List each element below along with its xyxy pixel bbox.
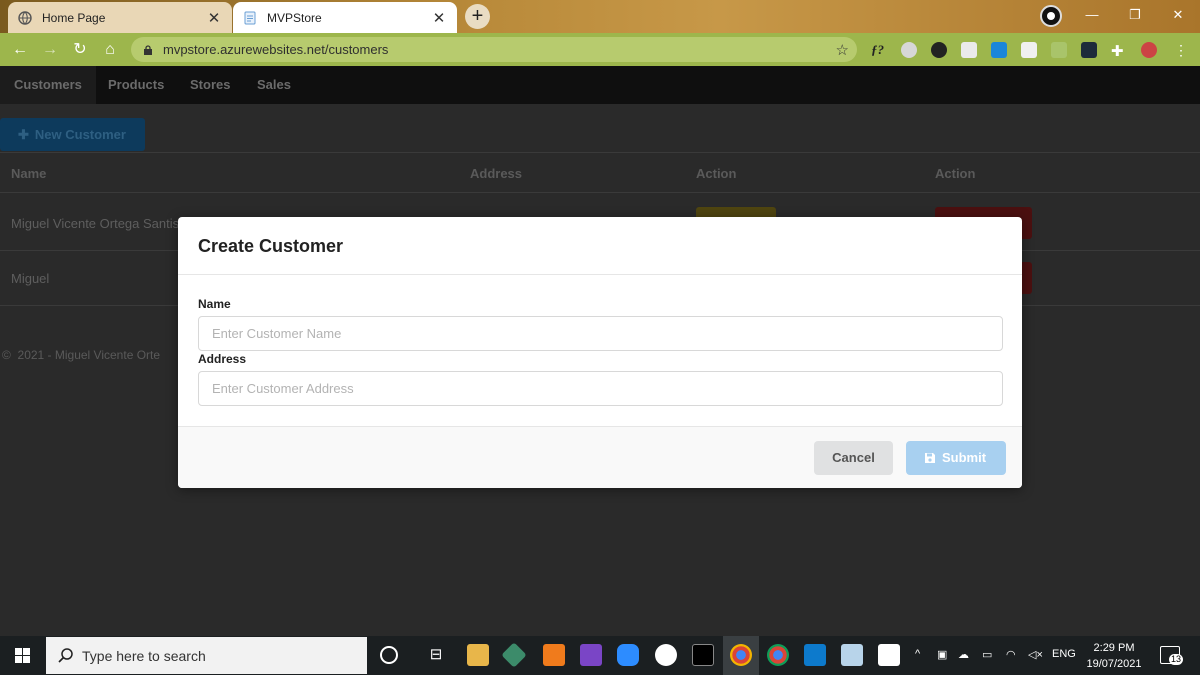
- nav-item-products[interactable]: Products: [94, 66, 178, 104]
- delete-button[interactable]: [1021, 262, 1032, 294]
- slack-icon[interactable]: [655, 644, 677, 666]
- meet-now-icon[interactable]: ▣: [937, 648, 947, 661]
- footer-text: 2021 - Miguel Vicente Orte: [17, 348, 161, 362]
- table-cell-name: Miguel Vicente Ortega Santis: [11, 216, 180, 231]
- puzzle-icon[interactable]: ✚: [1111, 42, 1127, 60]
- modal-title: Create Customer: [198, 236, 344, 256]
- tab-mvpstore[interactable]: MVPStore ✕: [233, 2, 457, 33]
- notepad-icon[interactable]: [841, 644, 863, 666]
- task-view-icon[interactable]: ⊟: [425, 644, 447, 666]
- customer-address-input[interactable]: [198, 371, 1003, 406]
- column-header-address: Address: [470, 166, 523, 181]
- battery-icon[interactable]: ▭: [982, 648, 992, 661]
- xampp-icon[interactable]: [543, 644, 565, 666]
- url-text: mvpstore.azurewebsites.net/customers: [163, 42, 389, 57]
- modal-actions: Cancel Submit: [178, 426, 1022, 488]
- bookmark-star-icon[interactable]: ☆: [836, 41, 849, 59]
- copyright-icon: ©: [2, 348, 11, 362]
- terminal-icon[interactable]: [692, 644, 714, 666]
- vscode-icon[interactable]: [804, 644, 826, 666]
- divider: [0, 192, 1200, 193]
- chevron-up-icon[interactable]: ^: [915, 648, 920, 660]
- taskbar-clock[interactable]: 2:29 PM 19/07/2021: [1084, 640, 1144, 672]
- close-tab-icon[interactable]: ✕: [431, 9, 447, 27]
- column-header-name: Name: [11, 166, 47, 181]
- lock-icon: [144, 44, 152, 55]
- nav-item-customers[interactable]: Customers: [0, 66, 96, 104]
- close-tab-icon[interactable]: ✕: [206, 9, 222, 27]
- search-placeholder: Type here to search: [82, 647, 206, 664]
- extension-icon[interactable]: [901, 42, 917, 58]
- forward-icon[interactable]: →: [39, 39, 61, 61]
- notification-center-icon[interactable]: 13: [1160, 646, 1184, 665]
- clock-date: 19/07/2021: [1086, 658, 1142, 670]
- browser-toolbar: ← → ↻ ⌂ mvpstore.azurewebsites.net/custo…: [0, 33, 1200, 66]
- browser-tab-strip: Home Page ✕ MVPStore ✕ + — ❐ ✕: [0, 0, 1200, 33]
- extension-icon[interactable]: [1051, 42, 1067, 58]
- git-icon[interactable]: [501, 642, 527, 668]
- new-customer-button[interactable]: ✚ New Customer: [0, 118, 145, 151]
- back-icon[interactable]: ←: [9, 39, 31, 61]
- tab-label: MVPStore: [267, 10, 322, 25]
- zoom-icon[interactable]: [617, 644, 639, 666]
- divider: [0, 152, 1200, 153]
- submit-label: Submit: [942, 450, 987, 465]
- maximize-icon[interactable]: ❐: [1113, 0, 1157, 30]
- name-label: Name: [198, 297, 231, 311]
- onedrive-icon[interactable]: ☁: [958, 648, 969, 661]
- cortana-icon[interactable]: [380, 646, 398, 664]
- wifi-icon[interactable]: ◠: [1006, 648, 1016, 661]
- create-customer-modal: Create Customer Name Address Cancel Subm…: [178, 217, 1022, 488]
- home-icon[interactable]: ⌂: [99, 39, 121, 61]
- plus-icon: ✚: [18, 127, 29, 142]
- search-icon: [58, 648, 73, 663]
- new-customer-label: New Customer: [34, 127, 126, 142]
- avatar[interactable]: [1141, 42, 1157, 58]
- extension-icon[interactable]: [991, 42, 1007, 58]
- column-header-action: Action: [696, 166, 737, 181]
- taskbar-search-box[interactable]: Type here to search: [46, 637, 367, 674]
- new-tab-button[interactable]: +: [465, 4, 490, 29]
- menu-dots-icon[interactable]: ⋮: [1173, 42, 1189, 58]
- windows-taskbar: Type here to search ⊟ ^ ▣ ☁ ▭ ◠ ◁× ENG 2…: [0, 636, 1200, 675]
- notification-count-badge: 13: [1169, 654, 1184, 665]
- modal-header: Create Customer: [178, 217, 1022, 275]
- extension-icon[interactable]: [1021, 42, 1037, 58]
- document-icon[interactable]: [878, 644, 900, 666]
- page-icon: [244, 11, 256, 24]
- tab-label: Home Page: [42, 10, 106, 25]
- edit-button[interactable]: [696, 207, 776, 217]
- reload-icon[interactable]: ↻: [69, 39, 91, 61]
- address-bar[interactable]: mvpstore.azurewebsites.net/customers ☆: [131, 37, 857, 62]
- globe-icon: [18, 10, 32, 25]
- volume-icon[interactable]: ◁×: [1028, 648, 1043, 661]
- clock-time: 2:29 PM: [1093, 642, 1135, 654]
- visual-studio-icon[interactable]: [580, 644, 602, 666]
- extension-icon[interactable]: [931, 42, 947, 58]
- extension-icon[interactable]: [961, 42, 977, 58]
- tab-home-page[interactable]: Home Page ✕: [8, 2, 232, 33]
- customer-name-input[interactable]: [198, 316, 1003, 351]
- file-explorer-icon[interactable]: [467, 644, 489, 666]
- minimize-icon[interactable]: —: [1070, 0, 1114, 30]
- submit-button[interactable]: Submit: [906, 441, 1006, 475]
- nav-item-stores[interactable]: Stores: [176, 66, 244, 104]
- react-devtools-icon[interactable]: [1081, 42, 1097, 58]
- formula-extension-icon[interactable]: ƒ?: [871, 42, 887, 58]
- save-icon: [925, 453, 935, 463]
- table-cell-name: Miguel: [11, 271, 50, 286]
- chrome-icon[interactable]: [767, 644, 789, 666]
- column-header-action: Action: [935, 166, 976, 181]
- media-control-icon[interactable]: [1040, 5, 1062, 27]
- cancel-button[interactable]: Cancel: [814, 441, 893, 475]
- chrome-icon[interactable]: [730, 644, 752, 666]
- windows-start-icon[interactable]: [0, 636, 45, 675]
- address-label: Address: [198, 352, 247, 366]
- app-navbar: Customers Products Stores Sales: [0, 66, 1200, 104]
- language-indicator[interactable]: ENG: [1052, 648, 1076, 660]
- page-footer: © 2021 - Miguel Vicente Orte: [2, 348, 160, 362]
- nav-item-sales[interactable]: Sales: [243, 66, 305, 104]
- close-window-icon[interactable]: ✕: [1156, 0, 1200, 30]
